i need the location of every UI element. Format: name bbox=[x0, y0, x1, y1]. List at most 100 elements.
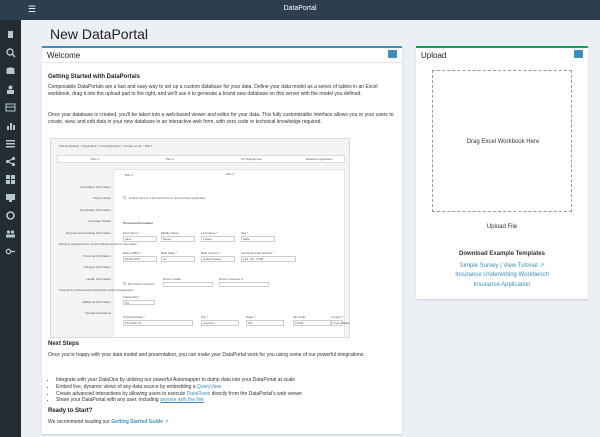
grid-icon[interactable] bbox=[5, 174, 16, 185]
preview-field-value: Male bbox=[243, 237, 250, 241]
preview-drivers-license: Driver's License # bbox=[219, 277, 243, 281]
excel-dropzone[interactable]: Drag Excel Workbook Here bbox=[432, 70, 572, 212]
preview-panel-title: Part 1 bbox=[226, 172, 235, 176]
preview-drivers-checkbox bbox=[123, 282, 126, 285]
preview-field-label: Birth Country * bbox=[201, 251, 221, 255]
next-steps-intro: Once you're happy with your data model a… bbox=[48, 352, 365, 358]
preview-field-value: 01/01/1970 bbox=[125, 257, 141, 261]
preview-section-title: Personal Information bbox=[123, 221, 154, 225]
template-row-3: Insurance Application bbox=[416, 282, 588, 288]
app-title: DataPortal bbox=[283, 5, 317, 12]
preview-field-value: 123 - 45 - 6789 bbox=[243, 257, 264, 261]
preview-field-value: Fowler bbox=[203, 237, 213, 241]
preview-field-label: Zip Code bbox=[293, 315, 306, 319]
preview-nav-item: Payment and Funding Information bbox=[65, 230, 111, 235]
preview-drivers-state-input bbox=[163, 282, 213, 287]
preview-nav-item: Personal Information bbox=[83, 253, 111, 258]
preview-field-value: Jane bbox=[125, 237, 132, 241]
preview-breadcrumb: Full Application > Application > Full Ap… bbox=[59, 144, 153, 148]
preview-field-label: Last Name * bbox=[201, 231, 218, 235]
template-row-2: Insurance Underwriting Workbench bbox=[416, 272, 588, 278]
integration-link[interactable]: DataFlows bbox=[187, 391, 211, 397]
preview-citizenship-value: US bbox=[125, 301, 130, 305]
preview-field-label: Street Address * bbox=[123, 315, 145, 319]
page-title: New DataPortal bbox=[50, 26, 149, 42]
integration-item: Create advanced interactions by allowing… bbox=[56, 391, 348, 398]
integration-text: Integrate with your DataOps by utilizing… bbox=[56, 377, 296, 383]
preview-nav-item: Additional Information bbox=[81, 299, 111, 304]
preview-nav-item: Lifestyle Information bbox=[84, 265, 111, 269]
template-row-1: Simple Survey | View Tutorial ↗ bbox=[416, 262, 588, 269]
users-icon[interactable] bbox=[5, 228, 16, 239]
integration-item: Integrate with your DataOps by utilizing… bbox=[56, 377, 348, 384]
integration-item: Share your DataPortal with any user, inc… bbox=[56, 397, 348, 404]
preview-content-panel bbox=[113, 169, 345, 337]
preview-field-value: AL bbox=[163, 257, 167, 261]
editor-paragraph: Once your database is created, you'll be… bbox=[48, 112, 394, 125]
preview-citizenship-label: Citizenship * bbox=[123, 295, 140, 299]
table-icon[interactable] bbox=[5, 102, 16, 113]
integration-text: Share your DataPortal with any user, inc… bbox=[56, 397, 160, 404]
collapse-icon[interactable] bbox=[388, 50, 397, 58]
integration-link[interactable]: QueryView bbox=[197, 384, 221, 390]
preview-nav-item: Part 1 bbox=[124, 173, 133, 177]
sidebar bbox=[0, 0, 21, 437]
share-icon[interactable] bbox=[5, 156, 16, 167]
upload-icon[interactable] bbox=[574, 50, 583, 58]
chart-icon[interactable] bbox=[5, 120, 16, 131]
getting-started-guide-link[interactable]: Getting Started Guide bbox=[111, 419, 163, 425]
preview-field-value: United States bbox=[333, 321, 350, 325]
monitor-icon[interactable] bbox=[5, 192, 16, 203]
ready-text-prefix: We recommend reading our bbox=[48, 419, 112, 425]
external-link-icon: ↗ bbox=[537, 263, 545, 269]
list-icon[interactable] bbox=[5, 138, 16, 149]
key-icon[interactable] bbox=[5, 246, 16, 257]
ready-text: We recommend reading our Getting Started… bbox=[48, 419, 396, 426]
preview-field-label: State * bbox=[246, 315, 256, 319]
integration-link[interactable]: anyone with the link bbox=[160, 397, 204, 403]
preview-nav-item: Coverage Details bbox=[87, 219, 111, 223]
preview-field-label: Date of Birth * bbox=[123, 251, 142, 255]
integrations-list: Integrate with your DataOps by utilizing… bbox=[56, 377, 348, 404]
intro-paragraph: Composable DataPortals are a fast and ea… bbox=[48, 84, 378, 97]
integration-text: Create advanced interactions by allowing… bbox=[56, 390, 187, 397]
insurance-application-link[interactable]: Insurance Application bbox=[473, 282, 530, 288]
preview-field-label: Sex * bbox=[241, 231, 249, 235]
preview-field-value: United States bbox=[203, 257, 222, 261]
preview-nav-item: Beneficiary Information bbox=[80, 207, 111, 212]
upload-title: Upload bbox=[421, 51, 447, 60]
ready-heading: Ready to Start? bbox=[48, 408, 93, 414]
preview-nav-item: Occupation Information bbox=[79, 184, 111, 189]
preview-field-label: Birth State * bbox=[161, 251, 178, 255]
external-link-icon: ↗ bbox=[162, 419, 169, 425]
app-preview-image: Full Application > Application > Full Ap… bbox=[50, 138, 350, 338]
preview-field-label: Country * bbox=[331, 315, 344, 319]
home-icon[interactable] bbox=[5, 29, 16, 40]
preview-field-value: 123 Main St bbox=[125, 321, 142, 325]
view-tutorial-link[interactable]: View Tutorial bbox=[503, 263, 537, 269]
templates-heading: Download Example Templates bbox=[459, 251, 545, 257]
insurance-underwriting-link[interactable]: Insurance Underwriting Workbench bbox=[455, 272, 549, 278]
getting-started-heading: Getting Started with DataPortals bbox=[48, 74, 141, 80]
preview-tab-2: Part 2 bbox=[166, 157, 175, 161]
preview-field-value: Anytown bbox=[203, 321, 215, 325]
preview-nav-item: Policy Owner bbox=[93, 196, 111, 200]
preview-drivers-license-input bbox=[219, 282, 269, 287]
user-icon[interactable] bbox=[5, 84, 16, 95]
preview-checkbox-label: Check if this is a Survivor/Joint or Sur… bbox=[129, 196, 206, 200]
preview-field-value: MA bbox=[248, 321, 253, 325]
preview-nav-item: Frequently of Documents Application Ackn… bbox=[59, 288, 134, 292]
search-icon[interactable] bbox=[5, 47, 16, 58]
preview-tab-4: Reflexive Questions bbox=[306, 157, 333, 161]
welcome-title: Welcome bbox=[47, 51, 81, 60]
preview-nav-item: Health Information bbox=[86, 276, 111, 281]
upload-file-button[interactable]: Upload File bbox=[416, 224, 588, 230]
preview-field-label: First Name * bbox=[123, 231, 140, 235]
settings-icon[interactable] bbox=[5, 210, 16, 221]
preview-drivers-state: Driver's State bbox=[163, 277, 181, 281]
preview-drivers-label: No Drivers License* bbox=[128, 282, 155, 286]
top-navbar: ☰ DataPortal bbox=[0, 0, 600, 20]
preview-tab-1: Part 1 bbox=[91, 157, 100, 161]
simple-survey-link[interactable]: Simple Survey bbox=[460, 263, 499, 269]
database-icon[interactable] bbox=[5, 66, 16, 77]
